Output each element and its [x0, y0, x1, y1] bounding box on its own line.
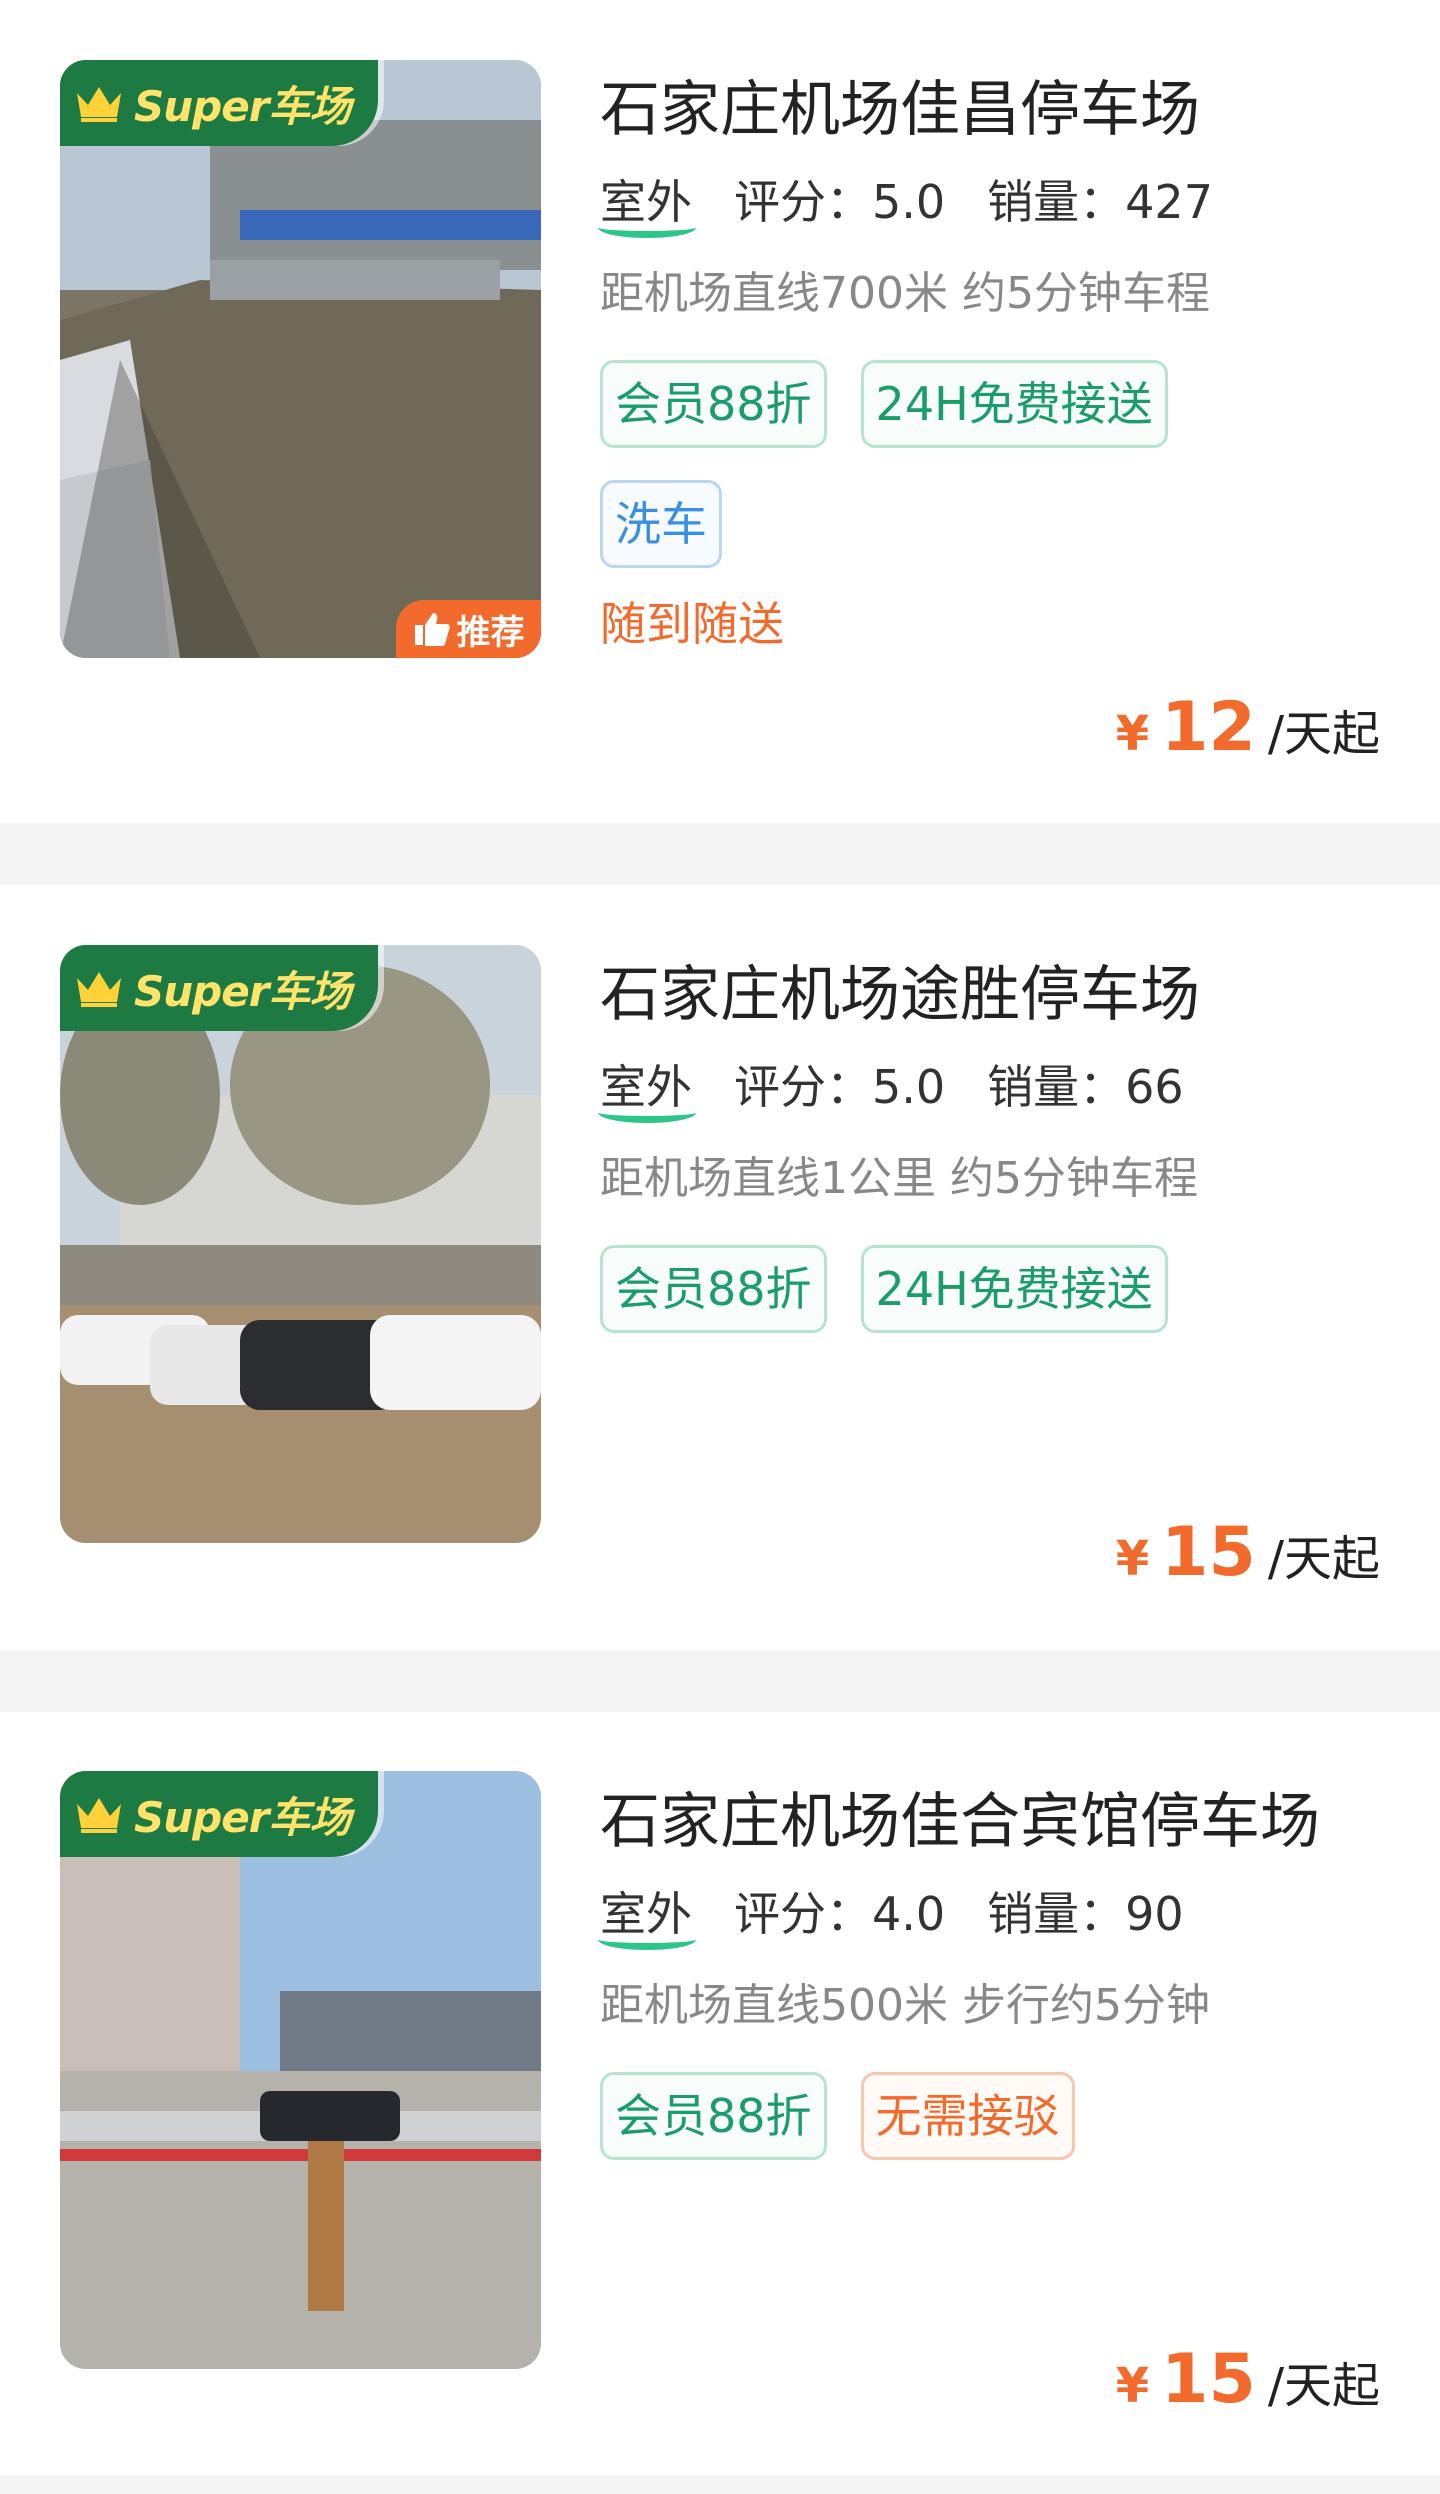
lot-meta: 室外 评分：5.0 销量：427: [598, 170, 1380, 238]
service-note: 随到随送: [600, 597, 784, 651]
price: ¥ 12 /天起: [1116, 688, 1380, 767]
price-value: 15: [1161, 1513, 1256, 1592]
price: ¥ 15 /天起: [1116, 1513, 1380, 1592]
parking-lot-card[interactable]: Super车场 石家庄机场途胜停车场 室外 评分：5.0 销量：66 距机场直线…: [0, 885, 1440, 1650]
price-unit: /天起: [1267, 1531, 1380, 1587]
tag-member-discount: 会员88折: [600, 1245, 827, 1333]
tag-list: 会员88折 24H免费接送 洗车: [600, 360, 1240, 568]
price: ¥ 15 /天起: [1116, 2340, 1380, 2419]
distance-to-airport: 距机场直线500米 步行约5分钟: [600, 1980, 1210, 2031]
recommended-badge: 推荐: [396, 600, 541, 658]
currency-symbol: ¥: [1115, 1531, 1150, 1587]
super-lot-badge: Super车场: [60, 60, 378, 146]
sales-count: 销量：427: [987, 175, 1213, 229]
location-type: 室外: [598, 1882, 696, 1950]
super-lot-badge-label: Super车场: [134, 1792, 351, 1842]
parking-lot-card[interactable]: Super车场 石家庄机场佳合宾馆停车场 室外 评分：4.0 销量：90 距机场…: [0, 1712, 1440, 2475]
thumbs-up-icon: [414, 613, 450, 646]
crown-icon: [77, 1798, 121, 1833]
rating: 评分：4.0: [734, 1887, 946, 1941]
price-value: 12: [1161, 688, 1256, 767]
lot-info: 石家庄机场途胜停车场 室外 评分：5.0 销量：66 距机场直线1公里 约5分钟…: [598, 955, 1380, 1333]
currency-symbol: ¥: [1115, 2358, 1150, 2414]
tag-member-discount: 会员88折: [600, 2072, 827, 2160]
lot-name: 石家庄机场途胜停车场: [600, 960, 1200, 1030]
price-unit: /天起: [1267, 706, 1380, 762]
lot-name: 石家庄机场佳合宾馆停车场: [600, 1787, 1320, 1857]
rating: 评分：5.0: [734, 175, 946, 229]
tag-free-shuttle: 24H免费接送: [860, 360, 1168, 448]
super-lot-badge-label: Super车场: [134, 966, 351, 1016]
tag-free-shuttle: 24H免费接送: [860, 1245, 1168, 1333]
location-type: 室外: [598, 1055, 696, 1123]
parking-lot-photo[interactable]: Super车场 推荐: [60, 60, 541, 658]
distance-to-airport: 距机场直线1公里 约5分钟车程: [600, 1153, 1198, 1204]
lot-info: 石家庄机场佳昌停车场 室外 评分：5.0 销量：427 距机场直线700米 约5…: [598, 70, 1380, 654]
recommended-label: 推荐: [456, 612, 525, 653]
super-lot-badge: Super车场: [60, 945, 378, 1031]
lot-meta: 室外 评分：4.0 销量：90: [598, 1882, 1380, 1950]
parking-lot-photo[interactable]: Super车场: [60, 945, 541, 1543]
lot-info: 石家庄机场佳合宾馆停车场 室外 评分：4.0 销量：90 距机场直线500米 步…: [598, 1782, 1380, 2160]
super-lot-badge: Super车场: [60, 1771, 378, 1857]
super-lot-badge-label: Super车场: [134, 81, 351, 131]
sales-count: 销量：66: [987, 1060, 1184, 1114]
currency-symbol: ¥: [1115, 706, 1150, 762]
tag-list: 会员88折 无需接驳: [600, 2072, 1240, 2160]
lot-meta: 室外 评分：5.0 销量：66: [598, 1055, 1380, 1123]
lot-name: 石家庄机场佳昌停车场: [600, 75, 1200, 145]
crown-icon: [77, 87, 121, 122]
rating: 评分：5.0: [734, 1060, 946, 1114]
price-value: 15: [1161, 2340, 1256, 2419]
tag-member-discount: 会员88折: [600, 360, 827, 448]
tag-car-wash: 洗车: [600, 480, 722, 568]
price-unit: /天起: [1267, 2358, 1380, 2414]
parking-lot-photo-image: [60, 1771, 541, 2369]
parking-lot-card[interactable]: Super车场 推荐 石家庄机场佳昌停车场 室外 评分：5.0 销量：427 距…: [0, 0, 1440, 823]
sales-count: 销量：90: [987, 1887, 1184, 1941]
tag-list: 会员88折 24H免费接送: [600, 1245, 1240, 1333]
tag-no-shuttle-needed: 无需接驳: [860, 2072, 1075, 2160]
parking-lot-photo-image: [60, 60, 541, 658]
location-type: 室外: [598, 170, 696, 238]
distance-to-airport: 距机场直线700米 约5分钟车程: [600, 268, 1210, 319]
parking-lot-photo[interactable]: Super车场: [60, 1771, 541, 2369]
parking-lot-photo-image: [60, 945, 541, 1543]
crown-icon: [77, 972, 121, 1007]
